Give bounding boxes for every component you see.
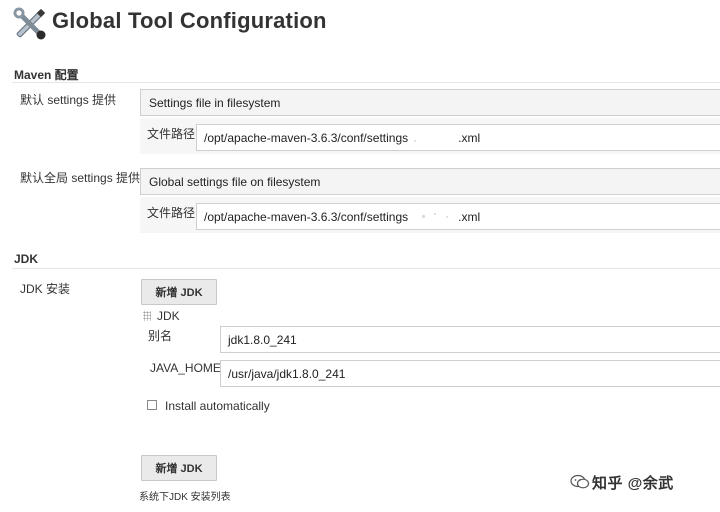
drag-handle-icon[interactable] (143, 311, 151, 321)
page-title: Global Tool Configuration (52, 8, 327, 33)
global-settings-path-value-end: .xml (458, 209, 481, 224)
settings-path-value-end: .xml (458, 130, 481, 145)
jdk-install-list-note: 系统下JDK 安装列表 (139, 492, 231, 503)
settings-provider-select[interactable]: Settings file in filesystem (140, 89, 720, 116)
add-jdk-button-bottom[interactable]: 新增 JDK (141, 455, 217, 481)
java-home-label: JAVA_HOME (150, 361, 221, 375)
watermark-text: 知乎 @余武 (592, 475, 674, 492)
wrench-screwdriver-icon (13, 7, 46, 40)
global-settings-path-input[interactable]: /opt/apache-maven-3.6.3/conf/settings .x… (196, 203, 720, 230)
jdk-install-label: JDK 安装 (20, 282, 71, 296)
redacted-text (408, 212, 458, 222)
wechat-icon (570, 474, 590, 489)
install-automatically-label: Install automatically (165, 399, 270, 413)
settings-path-input[interactable]: /opt/apache-maven-3.6.3/conf/settings .x… (196, 124, 720, 151)
global-settings-path-label: 文件路径 (147, 206, 196, 220)
install-automatically-checkbox[interactable] (147, 400, 157, 410)
global-settings-provider-select[interactable]: Global settings file on filesystem (140, 168, 720, 195)
add-jdk-button[interactable]: 新增 JDK (141, 279, 217, 305)
jdk-alias-label: 别名 (148, 329, 173, 343)
settings-path-value-start: /opt/apache-maven-3.6.3/conf/settings (204, 130, 409, 145)
settings-provider-label: 默认 settings 提供 (20, 93, 117, 107)
maven-section-title: Maven 配置 (14, 68, 79, 82)
redacted-text (408, 133, 458, 143)
jdk-alias-input[interactable]: jdk1.8.0_241 (220, 326, 720, 353)
settings-provider-selected: Settings file in filesystem (149, 95, 281, 110)
java-home-input[interactable]: /usr/java/jdk1.8.0_241 (220, 360, 720, 387)
jdk-entry-header: JDK (157, 309, 180, 323)
jdk-section-title: JDK (14, 252, 39, 266)
jdk-section-divider (12, 268, 720, 269)
global-settings-provider-selected: Global settings file on filesystem (149, 174, 321, 189)
settings-path-label: 文件路径 (147, 127, 196, 141)
global-settings-provider-label: 默认全局 settings 提供 (20, 171, 141, 185)
maven-section-divider (12, 82, 720, 83)
java-home-value: /usr/java/jdk1.8.0_241 (228, 366, 346, 381)
jdk-alias-value: jdk1.8.0_241 (228, 332, 297, 347)
global-settings-path-value-start: /opt/apache-maven-3.6.3/conf/settings (204, 209, 409, 224)
